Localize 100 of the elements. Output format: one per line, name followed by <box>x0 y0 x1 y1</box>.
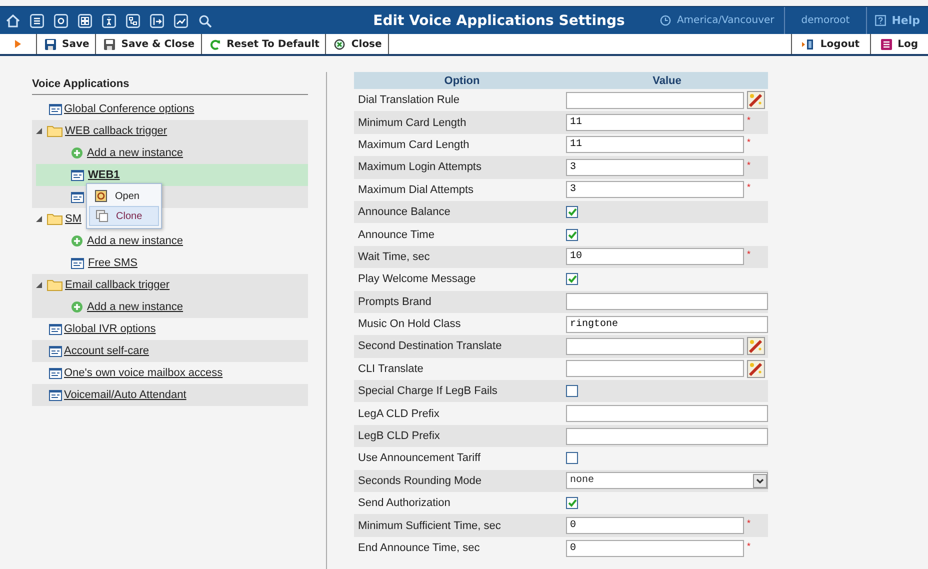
option-label: Minimum Card Length <box>358 116 466 129</box>
checkbox[interactable] <box>566 206 578 218</box>
export-icon[interactable] <box>150 14 164 28</box>
page-title: Edit Voice Applications Settings <box>372 12 626 28</box>
copy-icon <box>96 210 108 222</box>
grid-icon[interactable] <box>78 14 92 28</box>
panel-title: Voice Applications <box>32 72 308 95</box>
help-icon <box>874 15 886 26</box>
text-field[interactable] <box>566 293 768 310</box>
text-field[interactable]: 11 <box>566 114 744 132</box>
checkbox[interactable] <box>566 273 578 286</box>
text-field[interactable] <box>566 360 744 378</box>
option-label: Send Authorization <box>358 497 450 510</box>
text-field[interactable]: 10 <box>566 248 744 266</box>
tree-row[interactable]: Add a new instance <box>36 142 308 164</box>
required-mark: * <box>747 115 751 126</box>
option-label: End Announce Time, sec <box>358 542 480 554</box>
tree-row[interactable]: WEB1 <box>36 164 308 186</box>
required-mark: * <box>747 160 751 170</box>
option-label: Minimum Sufficient Time, sec <box>358 520 501 532</box>
dropdown[interactable]: none <box>566 472 768 490</box>
document-icon <box>71 192 84 202</box>
expand-triangle-icon[interactable] <box>36 282 42 288</box>
close-icon <box>334 38 346 50</box>
option-label: Maximum Login Attempts <box>358 161 482 174</box>
tree-item[interactable]: One's own voice mailbox access <box>64 367 223 379</box>
option-label: Play Welcome Message <box>358 273 476 286</box>
wand-icon[interactable] <box>747 360 765 378</box>
document-icon <box>49 324 62 334</box>
option-label: Maximum Dial Attempts <box>358 184 474 196</box>
add-icon <box>71 235 83 247</box>
column-header: Option <box>354 72 566 89</box>
text-field[interactable]: 3 <box>566 158 744 176</box>
option-label: LegB CLD Prefix <box>358 430 440 442</box>
document-icon <box>49 368 62 378</box>
search-icon[interactable] <box>198 14 212 28</box>
clock-icon <box>660 15 671 26</box>
column-header: Value <box>566 72 768 89</box>
network-icon[interactable] <box>126 14 140 28</box>
folder-icon <box>47 125 63 137</box>
refresh-icon <box>210 38 221 50</box>
required-mark: * <box>747 518 751 528</box>
option-label: Second Destination Translate <box>358 340 502 352</box>
required-mark: * <box>747 137 751 148</box>
tree-item[interactable]: SM <box>65 213 82 225</box>
wand-icon[interactable] <box>747 91 765 110</box>
option-label: Prompts Brand <box>358 296 432 308</box>
option-label: Wait Time, sec <box>358 250 430 263</box>
tree-item[interactable]: Email callback trigger <box>65 279 170 291</box>
required-mark: * <box>747 182 751 192</box>
tree-item[interactable]: Global Conference options <box>64 103 194 115</box>
text-field[interactable] <box>566 338 744 355</box>
home-icon[interactable] <box>6 14 20 28</box>
text-field[interactable]: ringtone <box>566 316 768 333</box>
tree-row[interactable]: Add a new instance <box>36 230 308 252</box>
checkbox[interactable] <box>566 385 578 398</box>
option-label: Seconds Rounding Mode <box>358 474 482 487</box>
expand-triangle-icon[interactable] <box>36 216 42 222</box>
document-icon <box>49 104 62 114</box>
expand-triangle-icon[interactable] <box>36 128 42 134</box>
tree-item[interactable]: Account self-care <box>64 345 149 357</box>
option-label: Special Charge If LegB Fails <box>358 385 498 398</box>
door-icon <box>802 38 814 50</box>
chart-icon[interactable] <box>174 14 188 28</box>
option-label: Announce Balance <box>358 206 450 218</box>
list-icon[interactable] <box>30 14 44 28</box>
text-field[interactable] <box>566 92 744 109</box>
text-field[interactable]: 0 <box>566 540 744 556</box>
text-field[interactable] <box>566 428 768 445</box>
document-icon <box>71 170 84 180</box>
timezone-link[interactable]: America/Vancouver <box>676 15 774 26</box>
folder-icon <box>47 213 63 225</box>
wand-icon[interactable] <box>747 337 765 356</box>
document-icon <box>49 346 62 356</box>
folder-icon <box>47 279 63 291</box>
tree-item[interactable]: Global IVR options <box>64 323 156 335</box>
play-arrow-icon[interactable] <box>15 40 21 48</box>
checkbox[interactable] <box>566 452 578 464</box>
required-mark: * <box>747 540 751 550</box>
tree-item[interactable]: WEB callback trigger <box>65 125 168 137</box>
option-label: Use Announcement Tariff <box>358 452 481 464</box>
text-field[interactable] <box>566 405 768 422</box>
person-icon[interactable] <box>102 14 116 28</box>
menu-item[interactable]: Clone <box>89 206 159 226</box>
text-field[interactable]: 11 <box>566 136 744 154</box>
option-label: CLI Translate <box>358 362 424 375</box>
document-icon <box>49 390 62 400</box>
document-icon <box>71 258 84 268</box>
option-label: LegA CLD Prefix <box>358 408 440 420</box>
text-field[interactable]: 3 <box>566 181 744 198</box>
required-mark: * <box>747 249 751 260</box>
option-label: Dial Translation Rule <box>358 94 460 106</box>
option-label: Music On Hold Class <box>358 318 461 330</box>
menu-item[interactable]: Open <box>89 186 159 206</box>
tree-row[interactable]: Add a new instance <box>36 296 308 318</box>
text-field[interactable]: 0 <box>566 517 744 534</box>
add-icon <box>71 147 83 159</box>
tree-row[interactable]: Free SMS <box>36 252 308 274</box>
checkbox[interactable] <box>566 497 578 510</box>
checkbox[interactable] <box>566 228 578 241</box>
